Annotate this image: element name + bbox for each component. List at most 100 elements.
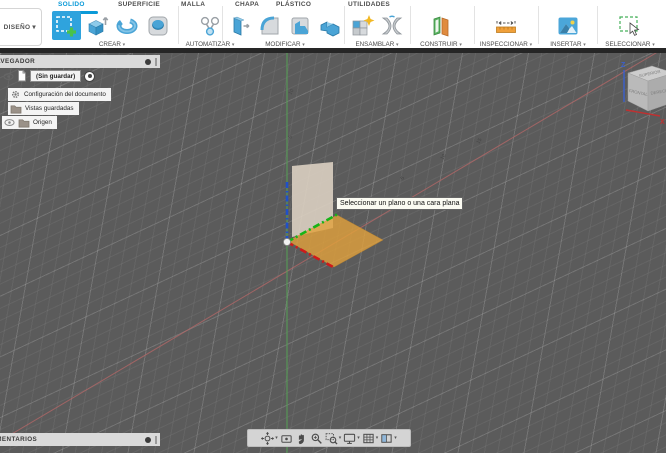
construction-plane-icon (433, 15, 449, 37)
selection-tooltip: Seleccionar un plano o una cara plana (336, 197, 464, 210)
automate-icon (200, 16, 220, 36)
ribbon-separator (538, 6, 539, 44)
zoom-button[interactable] (310, 432, 323, 445)
chevron-down-icon: ▾ (459, 42, 462, 48)
extrude-button[interactable] (83, 11, 112, 40)
measure-button[interactable] (492, 11, 521, 40)
pan-hand-icon (298, 433, 304, 444)
grid-settings-button[interactable]: ▾ (362, 432, 379, 445)
panel-options-icon[interactable] (145, 436, 151, 443)
browser-row-document-settings[interactable]: Configuración del documento (8, 88, 111, 101)
eye-icon[interactable] (4, 118, 15, 127)
gear-icon (12, 91, 19, 98)
viewcube-x-axis (625, 109, 661, 117)
folder-icon (18, 118, 30, 127)
group-modificar: MODIFICAR ▾ (226, 11, 344, 48)
chevron-down-icon: ▾ (357, 435, 360, 441)
ribbon-separator (344, 6, 345, 44)
new-component-button[interactable] (348, 11, 376, 40)
combine-button[interactable] (316, 11, 344, 40)
viewcube-z-label: Z (621, 62, 626, 69)
revolve-icon (116, 17, 138, 34)
create-sketch-button[interactable] (52, 11, 81, 40)
group-insertar-menu[interactable]: INSERTAR ▾ (542, 41, 594, 48)
browser-panel-header[interactable]: NAVEGADOR (0, 55, 160, 68)
activate-document-radio[interactable] (84, 70, 96, 82)
row-label: Origen (33, 119, 52, 126)
browser-row-origin[interactable]: Origen (2, 116, 57, 129)
ribbon-separator (178, 6, 179, 44)
tab-solido[interactable]: SOLIDO (58, 1, 85, 8)
group-modificar-menu[interactable]: MODIFICAR ▾ (226, 41, 344, 48)
shell-icon (291, 17, 309, 34)
ribbon-bottom-strip (0, 48, 666, 53)
tab-superficie[interactable]: SUPERFICIE (118, 1, 160, 8)
tab-malla[interactable]: MALLA (181, 1, 205, 8)
fillet-button[interactable] (256, 11, 284, 40)
press-pull-icon (233, 16, 250, 36)
row-label: Vistas guardadas (25, 105, 74, 112)
group-seleccionar: SELECCIONAR ▾ (600, 11, 660, 48)
viewports-icon (381, 433, 392, 443)
construction-plane-button[interactable] (427, 11, 456, 40)
view-cube[interactable]: Z X SUPERIOR FRONTAL DERECHA (600, 55, 666, 137)
panel-handle-icon[interactable] (155, 57, 157, 66)
eye-icon[interactable] (3, 72, 14, 81)
comments-panel-header[interactable]: COMENTARIOS (0, 433, 160, 446)
browser-document-row: (Sin guardar) (3, 70, 96, 82)
create-sketch-icon (56, 15, 77, 36)
group-ensamblar-menu[interactable]: ENSAMBLAR ▾ (348, 41, 406, 48)
chevron-down-icon: ▾ (302, 42, 305, 48)
zoom-icon (311, 433, 322, 444)
joint-button[interactable] (378, 11, 406, 40)
new-component-icon (352, 14, 375, 35)
viewports-button[interactable]: ▾ (380, 432, 397, 445)
row-label: Configuración del documento (24, 91, 106, 98)
select-button[interactable] (616, 11, 645, 40)
chevron-down-icon: ▾ (375, 435, 379, 441)
tab-utilidades[interactable]: UTILIDADES (348, 1, 390, 8)
combine-icon (320, 20, 340, 36)
group-inspeccionar-menu[interactable]: INSPECCIONAR ▾ (477, 41, 535, 48)
chevron-down-icon: ▾ (122, 42, 126, 48)
hole-button[interactable] (144, 11, 173, 40)
viewport-canvas[interactable] (0, 53, 666, 453)
pan-button[interactable] (295, 432, 308, 445)
zoom-window-button[interactable]: ▾ (325, 432, 341, 445)
group-construir: CONSTRUIR ▾ (412, 11, 470, 48)
document-icon (18, 70, 26, 82)
ribbon-separator (410, 6, 411, 44)
select-icon (619, 15, 640, 36)
browser-title: NAVEGADOR (0, 58, 36, 65)
automate-button[interactable] (196, 11, 225, 40)
revolve-button[interactable] (113, 11, 142, 40)
viewcube-x-label: X (660, 119, 665, 126)
folder-icon (10, 104, 22, 113)
insert-image-icon (558, 17, 578, 34)
group-crear-menu[interactable]: CREAR ▾ (52, 41, 172, 48)
panel-options-icon[interactable] (145, 58, 151, 65)
chevron-down-icon: ▾ (583, 42, 586, 48)
ribbon-toolbar: DISEÑO ▾ SOLIDO SUPERFICIE MALLA CHAPA P… (0, 0, 666, 48)
workspace-selector[interactable]: DISEÑO ▾ (0, 8, 42, 46)
display-settings-button[interactable]: ▾ (343, 432, 360, 445)
tab-chapa[interactable]: CHAPA (235, 1, 259, 8)
navigation-toolbar: ▾ ▾ ▾ ▾ ▾ (247, 429, 411, 447)
ribbon-separator (222, 6, 223, 44)
chevron-down-icon: ▾ (394, 435, 397, 441)
unsaved-document-chip[interactable]: (Sin guardar) (30, 70, 82, 82)
panel-handle-icon[interactable] (155, 435, 157, 444)
browser-row-saved-views[interactable]: Vistas guardadas (8, 102, 79, 115)
tab-plastico[interactable]: PLÁSTICO (276, 1, 311, 8)
chevron-down-icon: ▾ (275, 435, 278, 441)
orbit-button[interactable]: ▾ (261, 431, 278, 445)
look-at-button[interactable] (280, 432, 293, 445)
group-construir-menu[interactable]: CONSTRUIR ▾ (412, 41, 470, 48)
press-pull-button[interactable] (226, 11, 254, 40)
shell-button[interactable] (286, 11, 314, 40)
chevron-down-icon: ▾ (529, 42, 533, 48)
insert-image-button[interactable] (554, 11, 583, 40)
fillet-icon (260, 16, 279, 34)
group-crear: CREAR ▾ (52, 11, 172, 48)
group-seleccionar-menu[interactable]: SELECCIONAR ▾ (600, 41, 660, 48)
